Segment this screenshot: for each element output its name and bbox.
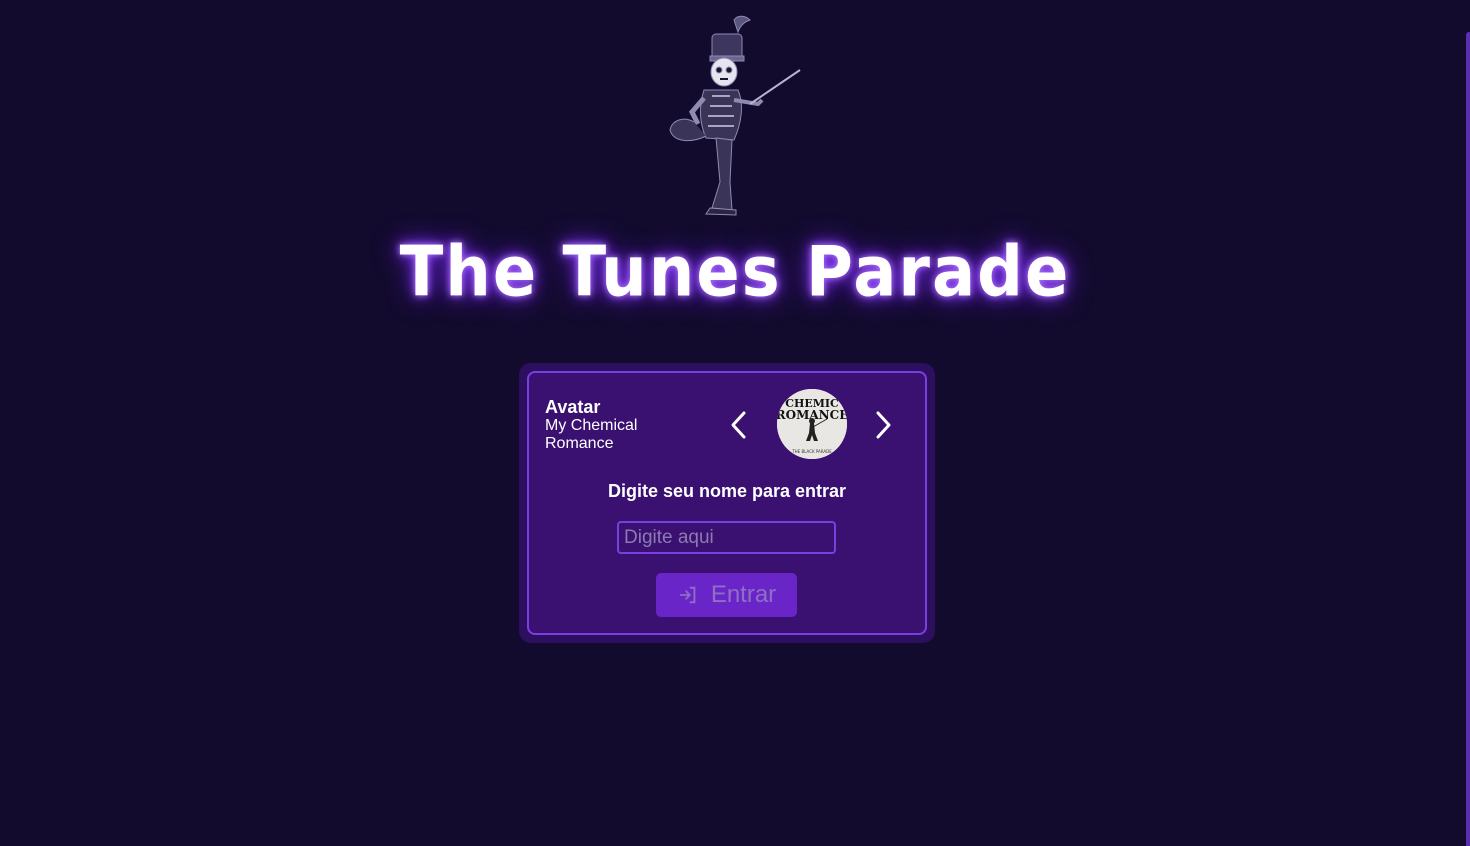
scrollbar[interactable] (1466, 32, 1470, 846)
previous-avatar-button[interactable] (727, 409, 751, 441)
name-input[interactable] (617, 521, 836, 554)
avatar-name-line2: Romance (545, 435, 614, 452)
enter-button[interactable]: Entrar (656, 573, 797, 617)
login-icon (679, 586, 696, 604)
login-prompt: Digite seu nome para entrar (607, 481, 847, 501)
avatar-info: Avatar My Chemical Romance (545, 397, 695, 453)
enter-button-label: Entrar (710, 581, 777, 608)
login-card: Avatar My Chemical Romance CHEMIC ROMANC… (519, 363, 935, 643)
svg-text:THE BLACK PARADE: THE BLACK PARADE (791, 449, 832, 454)
next-avatar-button[interactable] (871, 409, 895, 441)
parade-figure-logo (669, 15, 801, 216)
chevron-left-icon (731, 411, 746, 439)
login-page: The Tunes Parade Avatar My Chemical Roma… (0, 0, 1470, 846)
album-cover-image: CHEMIC ROMANCE THE BLACK PARADE (777, 389, 847, 459)
app-title: The Tunes Parade (399, 233, 1071, 313)
avatar-name-line1: My Chemical (545, 417, 638, 434)
login-card-inner: Avatar My Chemical Romance CHEMIC ROMANC… (527, 371, 927, 635)
avatar-album-cover: CHEMIC ROMANCE THE BLACK PARADE (777, 389, 847, 459)
chevron-right-icon (876, 411, 891, 439)
avatar-heading: Avatar (545, 397, 601, 417)
